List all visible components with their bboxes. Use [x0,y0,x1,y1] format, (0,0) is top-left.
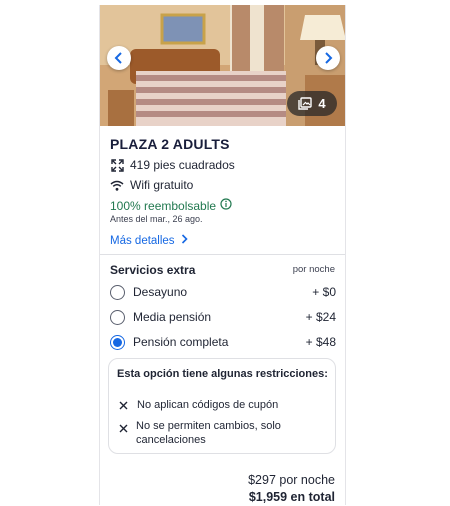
photo-gallery-button[interactable]: 4 [287,91,337,116]
previous-photo-button[interactable] [107,46,131,70]
more-details-label: Más detalles [110,234,175,247]
refund-status: 100% reembolsable [110,198,232,213]
option-price: + $48 [305,335,336,349]
option-label: Media pensión [133,310,212,324]
refund-deadline: Antes del mar., 26 ago. [110,214,203,224]
wifi-icon [110,178,124,192]
chevron-right-icon [323,52,333,64]
room-photo[interactable]: 4 [100,5,345,126]
price-per-night: $297 por noche [248,473,335,487]
feature-area: 419 pies cuadrados [110,158,235,172]
feature-wifi: Wifi gratuito [110,178,193,192]
restriction-text: No aplican códigos de cupón [137,399,279,411]
chevron-left-icon [114,52,124,64]
expand-arrows-icon [110,158,124,172]
room-title: PLAZA 2 ADULTS [110,136,230,152]
restriction-item: No aplican códigos de cupón [119,398,278,413]
next-photo-button[interactable] [316,46,340,70]
option-label: Pensión completa [133,335,229,349]
option-price: + $24 [305,310,336,324]
gallery-icon [298,97,313,110]
divider [100,254,345,255]
feature-label: Wifi gratuito [130,178,194,192]
restrictions-box: Esta opción tiene algunas restricciones:… [108,358,336,454]
restriction-text: No se permiten cambios, solo cancelacion… [136,420,281,446]
more-details-link[interactable]: Más detalles [110,234,188,247]
close-icon [119,398,129,413]
option-label: Desayuno [133,285,188,299]
extra-option-breakfast[interactable]: Desayuno + $0 [110,281,336,303]
refund-label: 100% reembolsable [110,198,217,213]
extras-title: Servicios extra [110,263,196,277]
info-icon[interactable] [220,198,232,213]
photo-count: 4 [318,96,326,111]
restrictions-title: Esta opción tiene algunas restricciones: [117,368,328,380]
close-icon [119,419,128,447]
radio-button[interactable] [110,309,125,325]
price-total: $1,959 en total [248,490,335,504]
room-card: 4 PLAZA 2 ADULTS 419 pies cuadrados Wifi… [99,5,346,505]
feature-label: 419 pies cuadrados [130,158,235,172]
extra-option-half-board[interactable]: Media pensión + $24 [110,306,336,328]
radio-button[interactable] [110,284,125,300]
option-price: + $0 [312,285,336,299]
extras-unit: por noche [292,264,335,275]
restriction-item: No se permiten cambios, solo cancelacion… [119,419,289,447]
extra-option-full-board[interactable]: Pensión completa + $48 [110,331,336,353]
chevron-right-icon [181,234,188,247]
radio-button-selected[interactable] [110,334,125,350]
